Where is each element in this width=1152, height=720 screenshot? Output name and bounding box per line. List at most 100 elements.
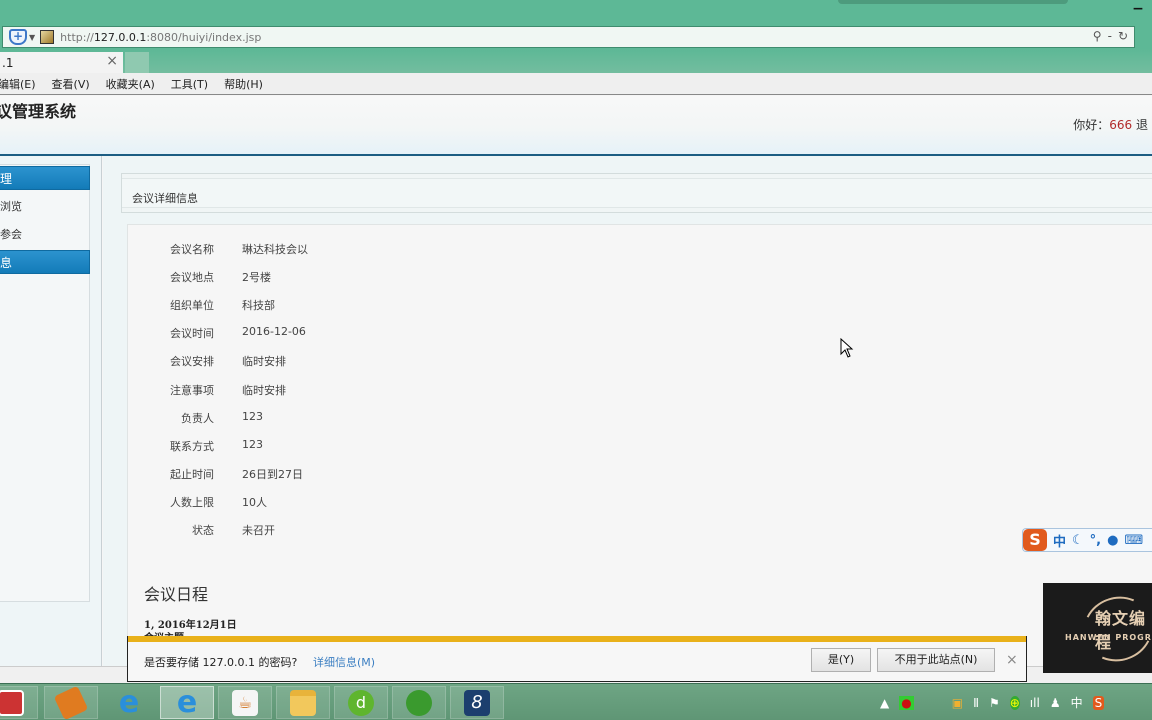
field-label: 起止时间: [170, 467, 214, 481]
ie-icon: e: [118, 684, 140, 720]
main-content: 会议详细信息 会议日程 1, 2016年12月1日 会议主题 会议名称琳达科技会…: [103, 156, 1152, 674]
field-value: 2016-12-06: [242, 325, 306, 339]
field-value: 2号楼: [242, 271, 271, 285]
browser-tab[interactable]: .1 ×: [0, 52, 123, 73]
meeting-detail: 会议日程 1, 2016年12月1日 会议主题 会议名称琳达科技会以会议地点2号…: [127, 224, 1152, 674]
breadcrumb-text: 会议详细信息: [132, 192, 198, 205]
field-value: 琳达科技会以: [242, 243, 308, 256]
username: 666: [1109, 118, 1133, 132]
shield-icon[interactable]: +: [9, 29, 27, 45]
field-value: 临时安排: [242, 383, 286, 397]
menu-tools[interactable]: 工具(T): [171, 76, 208, 92]
chevron-down-icon[interactable]: ▼: [29, 33, 35, 42]
field-label: 会议名称: [170, 243, 214, 256]
ie-icon: e: [176, 684, 198, 720]
field-value: 26日到27日: [242, 467, 303, 481]
details-link[interactable]: 详细信息(M): [313, 654, 375, 670]
taskbar-ie-active[interactable]: e: [160, 686, 214, 719]
folder-icon: [290, 689, 316, 716]
notification-message: 是否要存储 127.0.0.1 的密码?: [144, 656, 298, 669]
sidebar-section-manage[interactable]: 理: [0, 166, 90, 190]
tab-strip: .1 ×: [0, 49, 1152, 73]
menu-bar: 编辑(E) 查看(V) 收藏夹(A) 工具(T) 帮助(H): [0, 73, 1152, 95]
field-label: 会议安排: [170, 355, 214, 369]
field-row: 会议时间 2016-12-06: [128, 325, 528, 345]
sidebar-section-info[interactable]: 息: [0, 250, 90, 274]
qq-icon[interactable]: ♟: [1050, 696, 1061, 710]
field-label: 联系方式: [170, 439, 214, 453]
schedule-title: 会议日程: [144, 585, 209, 604]
watermark-cn: 翰文编程: [1095, 609, 1147, 652]
window-titlebar: −: [0, 0, 1152, 25]
show-hidden-icons-icon[interactable]: ▲: [880, 696, 889, 710]
menu-edit[interactable]: 编辑(E): [0, 76, 36, 92]
ime-indicator[interactable]: 中: [1071, 694, 1083, 711]
sidebar-item-attend[interactable]: 参会: [0, 226, 22, 242]
taskbar-ie[interactable]: e: [102, 686, 156, 719]
field-row: 起止时间 26日到27日: [128, 466, 528, 486]
logout-link[interactable]: 退: [1136, 118, 1148, 132]
field-value: 临时安排: [242, 355, 286, 369]
field-label: 人数上限: [170, 495, 214, 509]
taskbar-explorer[interactable]: [276, 686, 330, 719]
action-center-flag-icon[interactable]: ⚑: [989, 696, 1000, 710]
address-bar[interactable]: + ▼ http://127.0.0.1:8080/huiyi/index.js…: [2, 26, 1135, 48]
security-plus-icon[interactable]: ⊕: [1009, 695, 1020, 710]
battery-icon[interactable]: Ⅱ: [973, 696, 979, 710]
book-icon: [53, 685, 89, 720]
new-tab-button[interactable]: [125, 52, 149, 73]
watermark-logo: 翰文编程 HANWEN PROGRAM: [1043, 583, 1152, 673]
refresh-icon[interactable]: ↻: [1118, 29, 1128, 43]
close-icon[interactable]: ×: [1006, 652, 1018, 668]
minimize-button[interactable]: −: [1130, 2, 1146, 18]
keyboard-icon[interactable]: ⌨: [1124, 533, 1143, 548]
ime-mode-toggle[interactable]: 中: [1053, 531, 1066, 550]
field-row: 注意事项 临时安排: [128, 382, 528, 402]
taskbar-dreamweaver[interactable]: d: [334, 686, 388, 719]
sidebar-item-browse[interactable]: 浏览: [0, 198, 22, 214]
network-signal-icon[interactable]: ıll: [1030, 696, 1040, 710]
yes-button[interactable]: 是(Y): [811, 648, 871, 672]
moon-icon[interactable]: ☾: [1072, 533, 1084, 548]
taskbar: e e ☕ d 8 ▲ ● ▣ Ⅱ ⚑ ⊕ ıll ♟ 中 S: [0, 683, 1152, 720]
microphone-icon[interactable]: ●: [1107, 533, 1118, 548]
menu-favorites[interactable]: 收藏夹(A): [106, 76, 155, 92]
search-icon[interactable]: ⚲: [1093, 29, 1102, 43]
system-tray: ▲ ● ▣ Ⅱ ⚑ ⊕ ıll ♟ 中 S: [880, 694, 1105, 711]
chevron-down-icon[interactable]: -: [1108, 29, 1112, 43]
notepad-icon: [0, 689, 24, 716]
close-icon[interactable]: ×: [106, 53, 118, 69]
taskbar-notepad[interactable]: [0, 686, 38, 719]
shop-icon[interactable]: ▣: [952, 696, 963, 710]
field-row: 人数上限 10人: [128, 494, 528, 514]
taskbar-eclipse[interactable]: 8: [450, 686, 504, 719]
field-row: 会议安排 临时安排: [128, 353, 528, 373]
menu-view[interactable]: 查看(V): [52, 76, 90, 92]
address-bar-row: + ▼ http://127.0.0.1:8080/huiyi/index.js…: [0, 25, 1152, 49]
sidebar: 理 浏览 参会 息: [0, 156, 102, 666]
ime-toolbar[interactable]: S 中 ☾ °, ● ⌨: [1022, 528, 1152, 552]
field-row: 负责人 123: [128, 410, 528, 430]
paw-icon: [406, 689, 432, 716]
punctuation-icon[interactable]: °,: [1090, 533, 1101, 548]
taskbar-book[interactable]: [44, 685, 98, 720]
sogou-tray-icon[interactable]: S: [1092, 695, 1105, 710]
taskbar-paw[interactable]: [392, 686, 446, 719]
taskbar-java[interactable]: ☕: [218, 686, 272, 719]
menu-help[interactable]: 帮助(H): [224, 76, 263, 92]
field-value: 科技部: [242, 299, 275, 313]
dreamweaver-icon: d: [348, 689, 374, 716]
record-icon[interactable]: ●: [899, 695, 914, 710]
field-label: 负责人: [181, 411, 214, 425]
tooltip-shadow: [838, 0, 1068, 4]
watermark-en: HANWEN PROGRAM: [1065, 633, 1152, 642]
field-value: 123: [242, 409, 263, 423]
sogou-logo-icon[interactable]: S: [1023, 529, 1047, 551]
never-for-site-button[interactable]: 不用于此站点(N): [877, 648, 995, 672]
field-label: 会议地点: [170, 271, 214, 285]
password-save-bar: 是否要存储 127.0.0.1 的密码? 详细信息(M) 是(Y) 不用于此站点…: [127, 636, 1027, 682]
field-value: 未召开: [242, 524, 275, 537]
url-text[interactable]: http://127.0.0.1:8080/huiyi/index.jsp: [60, 31, 261, 44]
field-row: 组织单位 科技部: [128, 297, 528, 317]
java-icon: ☕: [232, 689, 258, 716]
